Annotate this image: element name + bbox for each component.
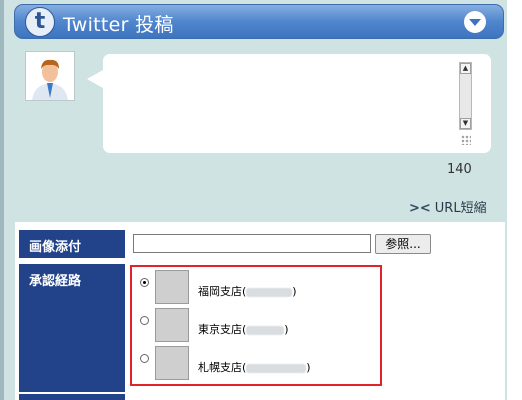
left-strip [0,0,4,400]
branch-radio[interactable] [140,316,149,325]
shorten-icon: >< [409,201,431,216]
tweet-textarea[interactable] [103,54,491,153]
approval-route-options: 福岡支店() 東京支店() 札幌支店() [130,265,382,386]
scroll-down-icon[interactable]: ▼ [460,118,471,129]
blurred-account [246,325,285,335]
image-file-input[interactable] [133,234,371,253]
image-attach-label: 画像添付 [19,230,125,258]
branch-name: 東京支店() [198,323,289,336]
branch-option-tokyo[interactable]: 東京支店() [140,308,370,344]
post-form: 画像添付 参照... 承認経路 福岡支店() 東京支店() 札幌支店() [15,222,505,400]
browse-button[interactable]: 参照... [375,234,431,254]
twitter-post-header: t Twitter 投稿 [14,4,504,39]
avatar [25,51,75,101]
branch-option-fukuoka[interactable]: 福岡支店() [140,270,370,306]
scroll-up-icon[interactable]: ▲ [460,63,471,74]
blurred-account [246,363,307,373]
url-shorten-link[interactable]: >< URL短縮 [409,197,487,216]
approval-route-label: 承認経路 [19,264,125,392]
textarea-scrollbar[interactable]: ▲ ▼ [459,62,472,130]
user-avatar-icon [26,52,74,100]
branch-option-sapporo[interactable]: 札幌支店() [140,346,370,382]
bubble-pointer [87,70,103,88]
resize-grip-icon[interactable] [461,135,471,145]
url-shorten-label: URL短縮 [434,201,487,216]
next-row-label [19,394,125,400]
branch-name: 札幌支店() [198,361,311,374]
branch-thumbnail [155,346,189,380]
branch-thumbnail [155,270,189,304]
twitter-logo-icon: t [25,7,55,37]
branch-radio[interactable] [140,278,149,287]
branch-radio[interactable] [140,354,149,363]
panel-title: Twitter 投稿 [63,14,174,36]
char-counter: 140 [447,162,472,177]
branch-thumbnail [155,308,189,342]
right-strip [507,0,522,400]
blurred-account [246,287,293,297]
branch-name: 福岡支店() [198,285,297,298]
collapse-chevron-icon[interactable] [464,11,486,33]
